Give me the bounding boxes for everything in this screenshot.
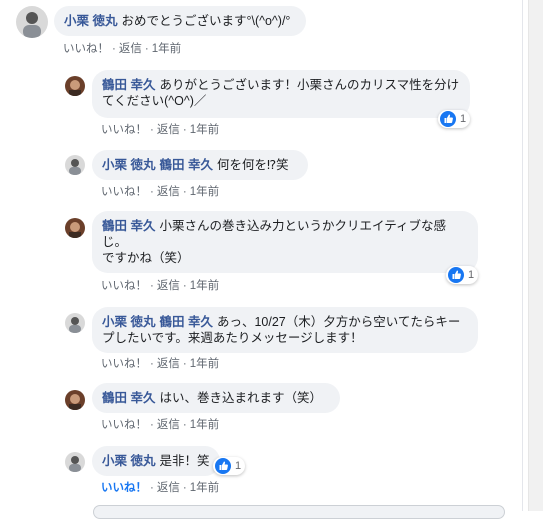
- reply-button[interactable]: 返信: [157, 280, 180, 292]
- reply-button[interactable]: 返信: [119, 43, 142, 55]
- timestamp[interactable]: 1年前: [190, 186, 219, 198]
- scrollbar[interactable]: [528, 0, 543, 511]
- comment-author[interactable]: 小栗 徳丸: [102, 454, 155, 468]
- thread-border: [522, 0, 523, 511]
- reply-bubble: 小栗 徳丸 鶴田 幸久 あっ、10/27（木）夕方から空いてたらキープしたいです。来…: [92, 307, 478, 353]
- thumbs-up-icon: [448, 267, 464, 283]
- reply-button[interactable]: 返信: [157, 482, 180, 494]
- comment-bubble: 小栗 徳丸 おめでとうございます°\(^o^)/°: [54, 6, 306, 36]
- comment-author[interactable]: 小栗 徳丸: [102, 158, 155, 172]
- comment-text: あっ、10/27（木）夕方から空いてたらキープしたいです。来週あたりメッセージし…: [102, 315, 461, 345]
- reaction-number: 1: [468, 269, 475, 281]
- timestamp[interactable]: 1年前: [190, 124, 219, 136]
- avatar-oguri[interactable]: [65, 155, 85, 175]
- timestamp[interactable]: 1年前: [190, 280, 219, 292]
- comment-actions: いいね！ · 返信 · 1年前: [101, 419, 220, 431]
- reply-bubble: 鶴田 幸久 はい、巻き込まれます（笑）: [92, 383, 340, 413]
- timestamp[interactable]: 1年前: [190, 358, 219, 370]
- timestamp[interactable]: 1年前: [190, 482, 219, 494]
- reply-button[interactable]: 返信: [157, 124, 180, 136]
- comment-actions: いいね！ · 返信 · 1年前: [101, 358, 220, 370]
- comment-actions: いいね！ · 返信 · 1年前: [101, 186, 220, 198]
- comment-text-line2: ですかね（笑）: [102, 251, 190, 265]
- avatar-oguri[interactable]: [65, 452, 85, 472]
- reply-button[interactable]: 返信: [157, 186, 180, 198]
- timestamp[interactable]: 1年前: [190, 419, 219, 431]
- like-button[interactable]: いいね！: [101, 482, 147, 494]
- reply-bubble: 鶴田 幸久 ありがとうございます！小栗さんのカリスマ性を分けてください(^O^)／: [92, 70, 470, 118]
- like-button[interactable]: いいね！: [101, 358, 147, 370]
- avatar-tsuruta[interactable]: [65, 218, 85, 238]
- reply-button[interactable]: 返信: [157, 358, 180, 370]
- comment-author[interactable]: 鶴田 幸久: [102, 78, 155, 92]
- reply-button[interactable]: 返信: [157, 419, 180, 431]
- comment-author[interactable]: 小栗 徳丸: [102, 315, 155, 329]
- mention-link[interactable]: 鶴田 幸久: [159, 315, 212, 329]
- thumbs-up-icon: [440, 111, 456, 127]
- comment-author[interactable]: 鶴田 幸久: [102, 391, 155, 405]
- comment-text: ありがとうございます！小栗さんのカリスマ性を分けてください(^O^)／: [102, 78, 460, 108]
- like-button[interactable]: いいね！: [101, 186, 147, 198]
- like-button[interactable]: いいね！: [101, 280, 147, 292]
- like-button[interactable]: いいね！: [63, 43, 109, 55]
- comment-author[interactable]: 鶴田 幸久: [102, 219, 155, 233]
- comment-actions: いいね！ · 返信 · 1年前: [101, 124, 220, 136]
- reaction-count[interactable]: 1: [213, 457, 246, 475]
- like-button[interactable]: いいね！: [101, 419, 147, 431]
- avatar-tsuruta[interactable]: [65, 76, 85, 96]
- comment-actions: いいね！ · 返信 · 1年前: [101, 482, 220, 494]
- timestamp[interactable]: 1年前: [152, 43, 181, 55]
- reply-input[interactable]: [93, 505, 505, 519]
- reply-bubble: 小栗 徳丸 是非！笑: [92, 446, 220, 476]
- comment-text: おめでとうございます°\(^o^)/°: [121, 14, 291, 28]
- comment-author[interactable]: 小栗 徳丸: [64, 14, 117, 28]
- avatar-oguri[interactable]: [16, 6, 48, 38]
- thumbs-up-icon: [215, 458, 231, 474]
- reaction-count[interactable]: 1: [446, 266, 479, 284]
- comment-text: 是非！笑: [159, 454, 210, 468]
- reaction-number: 1: [235, 460, 242, 472]
- comment-actions: いいね！ · 返信 · 1年前: [101, 280, 220, 292]
- comment-text: 何を何を⁉笑: [216, 158, 289, 172]
- reaction-count[interactable]: 1: [438, 110, 471, 128]
- avatar-tsuruta[interactable]: [65, 390, 85, 410]
- reply-bubble: 小栗 徳丸 鶴田 幸久 何を何を⁉笑: [92, 150, 308, 180]
- avatar-oguri[interactable]: [65, 313, 85, 333]
- like-button[interactable]: いいね！: [101, 124, 147, 136]
- reply-bubble: 鶴田 幸久 小栗さんの巻き込み力というかクリエイティブな感じ。 ですかね（笑）: [92, 211, 478, 273]
- reaction-number: 1: [460, 113, 467, 125]
- comment-text: はい、巻き込まれます（笑）: [159, 391, 322, 405]
- comment-actions: いいね！ · 返信 · 1年前: [63, 43, 182, 55]
- mention-link[interactable]: 鶴田 幸久: [159, 158, 212, 172]
